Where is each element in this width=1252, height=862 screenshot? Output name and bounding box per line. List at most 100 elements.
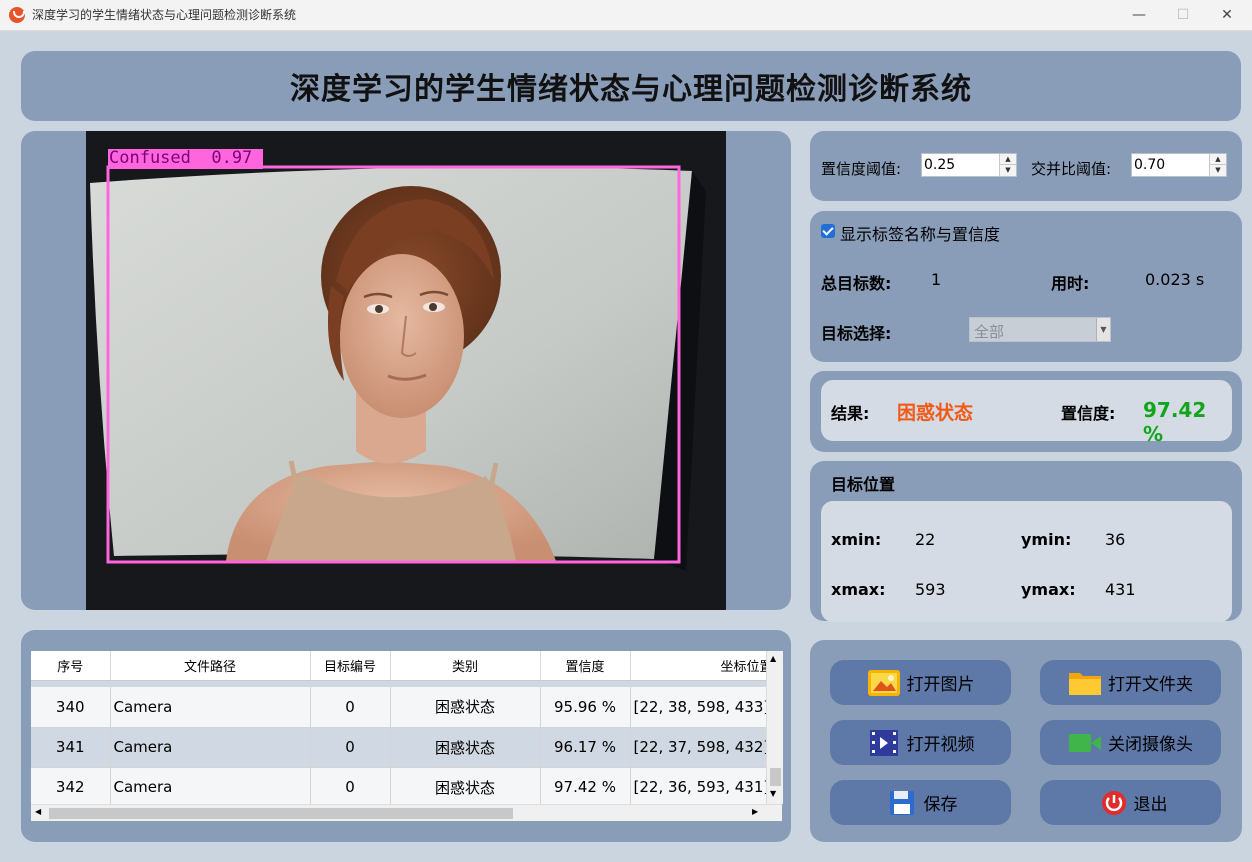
show-label-text[interactable]: 显示标签名称与置信度 xyxy=(840,221,1000,245)
iou-threshold-label: 交并比阈值: xyxy=(1031,160,1112,178)
close-camera-button[interactable]: 关闭摄像头 xyxy=(1040,720,1221,765)
open-image-label: 打开图片 xyxy=(906,675,975,695)
chevron-down-icon[interactable]: ▼ xyxy=(1096,318,1110,341)
threshold-panel: 置信度阈值: 0.25 ▲ ▼ 交并比阈值: 0.70 ▲ ▼ xyxy=(810,131,1242,201)
result-value: 困惑状态 xyxy=(897,402,974,424)
window-title: 深度学习的学生情绪状态与心理问题检测诊断系统 xyxy=(32,8,297,22)
table-horizontal-scrollbar[interactable]: ◀ ▶ xyxy=(31,804,782,821)
minimize-button[interactable]: — xyxy=(1124,4,1154,26)
scroll-down-arrow-icon[interactable]: ▼ xyxy=(770,789,776,798)
open-video-label: 打开视频 xyxy=(906,735,975,755)
open-folder-label: 打开文件夹 xyxy=(1108,675,1193,695)
exit-label: 退出 xyxy=(1133,795,1168,815)
open-image-button[interactable]: 打开图片 xyxy=(830,660,1011,705)
close-camera-label: 关闭摄像头 xyxy=(1108,735,1193,755)
xmin-label: xmin: xyxy=(831,530,882,549)
maximize-button[interactable]: ☐ xyxy=(1168,4,1198,26)
cell-path: Camera xyxy=(110,767,311,808)
detection-box-label: Confused 0.97 xyxy=(109,148,253,168)
results-table-panel: 序号 文件路径 目标编号 类别 置信度 坐标位置 340 Camera 0 困惑… xyxy=(21,630,791,842)
video-icon xyxy=(867,729,901,757)
save-icon xyxy=(884,789,918,817)
main-area: 深度学习的学生情绪状态与心理问题检测诊断系统 Confused 0.97 序号 … xyxy=(0,31,1252,862)
open-video-button[interactable]: 打开视频 xyxy=(830,720,1011,765)
total-targets-label: 总目标数: xyxy=(821,274,892,293)
save-button[interactable]: 保存 xyxy=(830,780,1011,825)
cell-class: 困惑状态 xyxy=(390,727,541,768)
cell-confidence: 97.42 % xyxy=(540,767,631,808)
position-panel: 目标位置 xmin: 22 ymin: 36 xmax: 593 ymax: 4… xyxy=(810,461,1242,622)
image-icon xyxy=(867,669,901,697)
cell-confidence: 95.96 % xyxy=(540,687,631,728)
col-header-index[interactable]: 序号 xyxy=(31,651,111,681)
camera-icon xyxy=(1068,729,1102,757)
results-table: 序号 文件路径 目标编号 类别 置信度 坐标位置 340 Camera 0 困惑… xyxy=(31,651,782,820)
cell-coords: [22, 38, 598, 433] xyxy=(630,687,782,728)
spin-up-icon[interactable]: ▲ xyxy=(1000,154,1016,165)
col-header-target-id[interactable]: 目标编号 xyxy=(310,651,391,681)
xmax-label: xmax: xyxy=(831,580,886,599)
result-inner: 结果: 困惑状态 置信度: 97.42 % xyxy=(821,380,1232,446)
cell-target-id: 0 xyxy=(310,767,391,808)
cell-index: 342 xyxy=(31,767,111,808)
iou-threshold-spinbox[interactable]: 0.70 ▲ ▼ xyxy=(1131,153,1227,177)
close-button[interactable]: ✕ xyxy=(1212,4,1242,26)
save-label: 保存 xyxy=(923,795,958,815)
cell-path: Camera xyxy=(110,687,311,728)
conf-threshold-label: 置信度阈值: xyxy=(821,160,902,178)
xmin-value: 22 xyxy=(915,530,936,549)
col-header-coords[interactable]: 坐标位置 xyxy=(630,651,782,681)
spin-up-icon[interactable]: ▲ xyxy=(1210,154,1226,165)
time-value: 0.023 s xyxy=(1145,270,1205,289)
detection-image-canvas xyxy=(90,149,706,571)
table-row[interactable]: 342 Camera 0 困惑状态 97.42 % [22, 36, 593, … xyxy=(31,767,782,808)
col-header-confidence[interactable]: 置信度 xyxy=(540,651,631,681)
target-select-dropdown[interactable]: 全部 ▼ xyxy=(969,317,1111,342)
spin-down-icon[interactable]: ▼ xyxy=(1000,165,1016,176)
col-header-class[interactable]: 类别 xyxy=(390,651,541,681)
result-confidence-label: 置信度: xyxy=(1061,404,1116,423)
cell-target-id: 0 xyxy=(310,727,391,768)
target-select-value: 全部 xyxy=(974,323,1005,341)
ymin-label: ymin: xyxy=(1021,530,1072,549)
conf-threshold-value: 0.25 xyxy=(924,157,956,173)
hscroll-thumb[interactable] xyxy=(49,808,513,819)
scroll-thumb[interactable] xyxy=(770,768,781,786)
xmax-value: 593 xyxy=(915,580,946,599)
scroll-right-arrow-icon[interactable]: ▶ xyxy=(752,807,758,816)
folder-icon xyxy=(1068,669,1102,697)
cell-target-id: 0 xyxy=(310,687,391,728)
result-label: 结果: xyxy=(831,404,870,423)
scroll-left-arrow-icon[interactable]: ◀ xyxy=(35,807,41,816)
image-panel: Confused 0.97 xyxy=(21,131,791,610)
cell-coords: [22, 36, 593, 431] xyxy=(630,767,782,808)
result-confidence-value: 97.42 % xyxy=(1143,398,1207,446)
cell-class: 困惑状态 xyxy=(390,687,541,728)
iou-threshold-value: 0.70 xyxy=(1134,157,1166,173)
open-folder-button[interactable]: 打开文件夹 xyxy=(1040,660,1221,705)
scroll-up-arrow-icon[interactable]: ▲ xyxy=(770,654,776,663)
cell-path: Camera xyxy=(110,727,311,768)
app-icon xyxy=(9,7,25,23)
table-row[interactable]: 341 Camera 0 困惑状态 96.17 % [22, 37, 598, … xyxy=(31,727,782,768)
result-panel: 结果: 困惑状态 置信度: 97.42 % xyxy=(810,371,1242,452)
actions-panel: 打开图片 打开文件夹 打开视频 关闭摄像头 保存 退出 xyxy=(810,640,1242,842)
header-panel: 深度学习的学生情绪状态与心理问题检测诊断系统 xyxy=(21,51,1241,121)
col-header-path[interactable]: 文件路径 xyxy=(110,651,311,681)
page-title: 深度学习的学生情绪状态与心理问题检测诊断系统 xyxy=(290,72,972,107)
total-targets-value: 1 xyxy=(931,270,942,289)
exit-button[interactable]: 退出 xyxy=(1040,780,1221,825)
detection-image: Confused 0.97 xyxy=(86,131,726,610)
conf-threshold-spinbox[interactable]: 0.25 ▲ ▼ xyxy=(921,153,1017,177)
table-row[interactable]: 340 Camera 0 困惑状态 95.96 % [22, 38, 598, … xyxy=(31,687,782,728)
spin-down-icon[interactable]: ▼ xyxy=(1210,165,1226,176)
show-label-checkbox[interactable] xyxy=(821,224,835,238)
table-vertical-scrollbar[interactable]: ▲ ▼ xyxy=(766,651,783,804)
table-header-row: 序号 文件路径 目标编号 类别 置信度 坐标位置 xyxy=(31,651,782,681)
cell-coords: [22, 37, 598, 432] xyxy=(630,727,782,768)
time-label: 用时: xyxy=(1051,274,1090,293)
cell-index: 340 xyxy=(31,687,111,728)
target-select-label: 目标选择: xyxy=(821,324,892,343)
ymax-value: 431 xyxy=(1105,580,1136,599)
position-inner: xmin: 22 ymin: 36 xmax: 593 ymax: 431 xyxy=(821,501,1232,622)
